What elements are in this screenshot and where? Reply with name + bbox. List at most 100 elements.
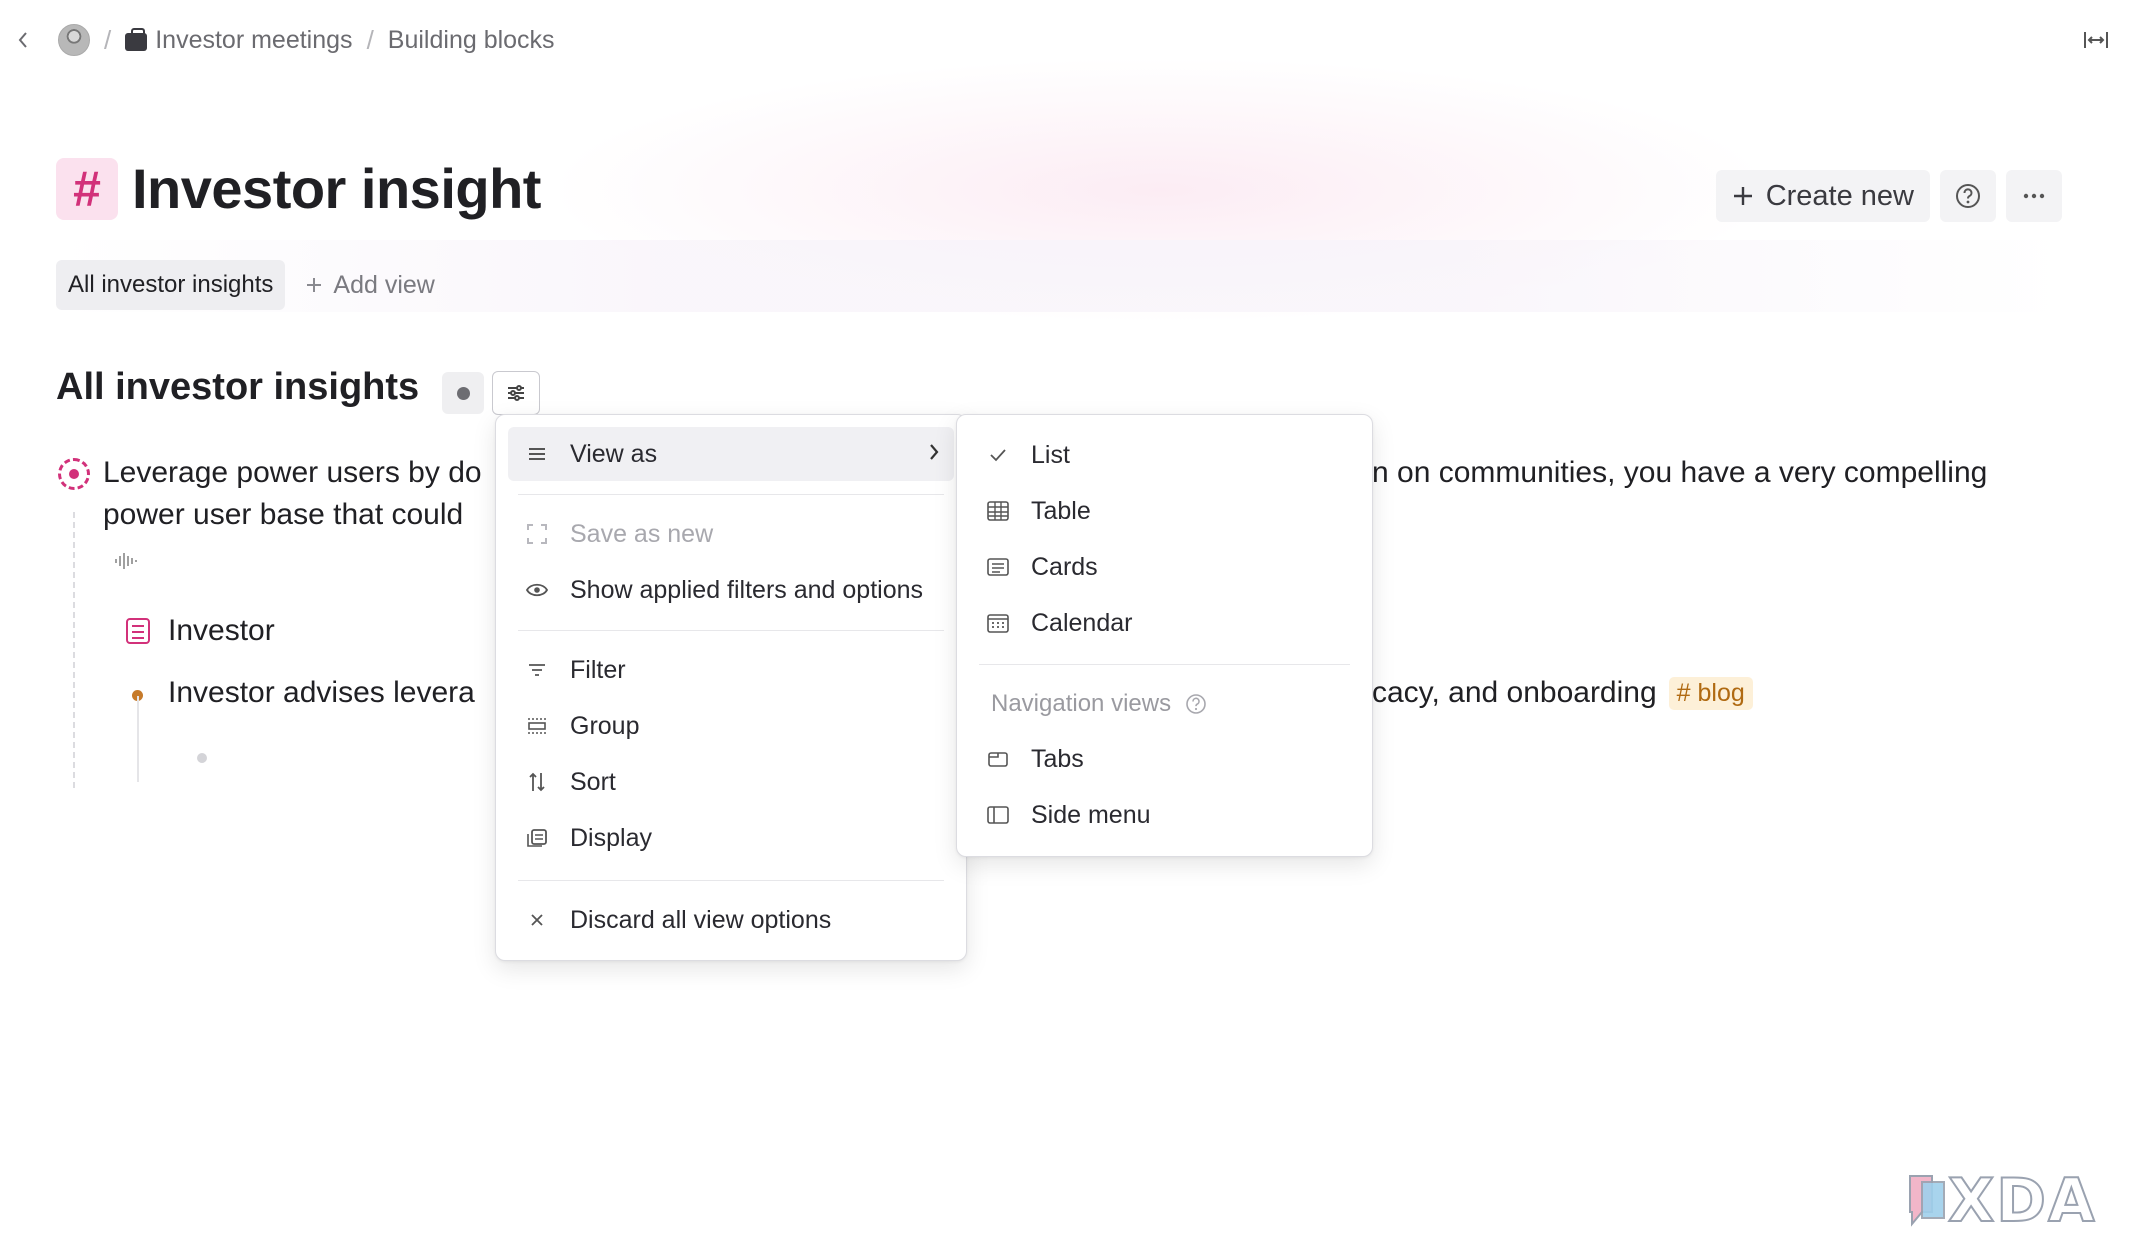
filter-icon (522, 663, 552, 677)
menu-item-filter[interactable]: Filter (508, 643, 954, 697)
menu-item-discard[interactable]: Discard all view options (508, 893, 954, 947)
calendar-icon (983, 612, 1013, 634)
advice-text-right: cacy, and onboarding (1372, 676, 1657, 709)
side-menu-icon (983, 805, 1013, 825)
discard-label: Discard all view options (570, 905, 832, 934)
blog-tag[interactable]: # blog (1668, 676, 1753, 710)
menu-item-cards[interactable]: Cards (969, 540, 1360, 594)
breadcrumb-separator: / (366, 24, 374, 55)
help-button[interactable] (1940, 170, 1996, 222)
plus-icon (1733, 187, 1752, 205)
sort-icon (522, 771, 552, 793)
group-label: Group (570, 711, 640, 740)
menu-item-calendar[interactable]: Calendar (969, 596, 1360, 650)
menu-divider (518, 494, 944, 495)
display-icon (522, 828, 552, 848)
menu-item-sort[interactable]: Sort (508, 755, 954, 809)
dot-icon (456, 386, 470, 400)
navigation-views-header: Navigation views (991, 690, 1207, 718)
menu-item-tabs[interactable]: Tabs (969, 732, 1360, 786)
insight-text-right: n on communities, you have a very compel… (1372, 456, 1988, 489)
ellipsis-icon (2023, 193, 2045, 199)
check-icon (983, 447, 1013, 463)
sliders-icon (508, 385, 524, 401)
investor-label[interactable]: Investor (168, 614, 275, 648)
xda-text: XDA (1947, 1165, 2097, 1237)
help-icon[interactable] (1185, 693, 1207, 715)
menu-item-group[interactable]: Group (508, 699, 954, 753)
cards-label: Cards (1031, 552, 1098, 581)
hashtag-icon: # (56, 157, 118, 220)
view-options-button[interactable] (492, 371, 540, 415)
sort-label: Sort (570, 767, 616, 796)
briefcase-icon (125, 27, 148, 51)
section-title: All investor insights (56, 366, 420, 408)
task-status-icon[interactable] (58, 458, 90, 490)
lines-icon (522, 446, 552, 462)
breadcrumb-investor-meetings[interactable]: Investor meetings (125, 25, 353, 55)
calendar-label: Calendar (1031, 608, 1133, 637)
table-label: Table (1031, 496, 1091, 525)
menu-item-table[interactable]: Table (969, 484, 1360, 538)
empty-bullet-icon (197, 753, 207, 763)
header-actions: Create new (1715, 170, 2062, 222)
filter-label: Filter (570, 655, 626, 684)
breadcrumb-current[interactable]: Building blocks (388, 26, 555, 55)
xda-logo-icon (1909, 1175, 1945, 1227)
breadcrumb-parent-label: Investor meetings (155, 25, 353, 54)
display-label: Display (570, 823, 652, 852)
avatar[interactable] (58, 24, 90, 56)
view-tabs: All investor insights Add view (56, 260, 435, 310)
view-as-submenu: List Table Cards Calendar Navigation vie… (956, 414, 1373, 857)
chevron-right-icon (928, 440, 940, 469)
group-icon (522, 717, 552, 735)
plus-icon (307, 278, 322, 292)
menu-item-show-filters[interactable]: Show applied filters and options (508, 563, 954, 617)
show-filters-label: Show applied filters and options (570, 575, 924, 604)
back-chevron-icon[interactable] (8, 20, 38, 60)
help-icon (1956, 184, 1980, 208)
page-title: Investor insight (132, 157, 541, 220)
menu-item-view-as[interactable]: View as (508, 427, 954, 481)
close-icon (522, 913, 552, 927)
table-icon (983, 500, 1013, 522)
menu-divider (518, 630, 944, 631)
menu-item-display[interactable]: Display (508, 811, 954, 865)
nav-header-label: Navigation views (991, 690, 1172, 717)
create-new-button[interactable]: Create new (1715, 170, 1930, 222)
breadcrumb-separator: / (104, 24, 112, 55)
list-tag-icon (126, 618, 150, 644)
tabs-icon (983, 750, 1013, 768)
eye-icon (522, 582, 552, 598)
page-header: # Investor insight (56, 156, 541, 221)
xda-watermark: XDA (1906, 1165, 2097, 1237)
add-view-label: Add view (333, 270, 435, 299)
menu-item-side-menu[interactable]: Side menu (969, 788, 1360, 842)
menu-item-save-as-new: Save as new (508, 507, 954, 561)
advice-text-right-group: cacy, and onboarding # blog (1372, 676, 1753, 710)
insight-text-left: Leverage power users by do (103, 456, 482, 489)
collapse-panel-icon[interactable] (2078, 24, 2114, 56)
more-options-button[interactable] (2006, 170, 2062, 222)
create-new-label: Create new (1765, 179, 1914, 212)
menu-divider (518, 880, 944, 881)
view-as-label: View as (570, 439, 658, 468)
side-menu-label: Side menu (1031, 800, 1151, 829)
add-view-button[interactable]: Add view (305, 270, 435, 300)
frame-icon (522, 523, 552, 545)
menu-divider (979, 664, 1350, 665)
list-label: List (1031, 440, 1070, 469)
menu-item-list[interactable]: List (969, 428, 1360, 482)
view-options-menu: View as Save as new Show applied filters… (495, 414, 967, 961)
child-thread-line (137, 696, 139, 782)
save-as-new-label: Save as new (570, 519, 714, 548)
audio-wave-icon[interactable] (114, 552, 138, 575)
cards-icon (983, 557, 1013, 577)
breadcrumb: / Investor meetings / Building blocks (8, 20, 555, 60)
tab-all-investor-insights[interactable]: All investor insights (56, 260, 286, 310)
status-dot-button[interactable] (442, 372, 484, 414)
tabs-label: Tabs (1031, 744, 1084, 773)
insight-text-line2: power user base that could (103, 498, 464, 531)
thread-line (73, 512, 75, 788)
advice-text-left: Investor advises levera (168, 676, 475, 709)
